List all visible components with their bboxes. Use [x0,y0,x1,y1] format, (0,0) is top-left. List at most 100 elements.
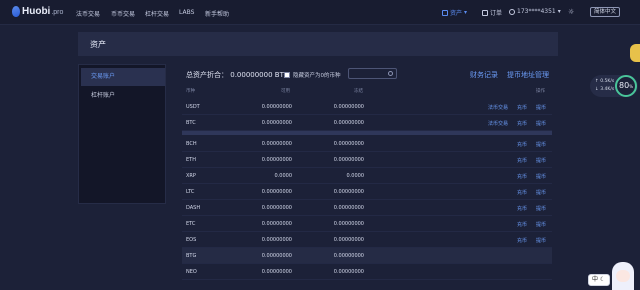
deposit-link[interactable]: 充币 [517,120,527,127]
huobi-logo[interactable]: Huobi.pro [12,6,63,17]
document-icon [482,9,488,16]
withdraw-link[interactable]: 提币 [536,157,546,164]
performance-gauge[interactable]: 80% [615,75,637,97]
withdraw-link[interactable]: 提币 [536,104,546,111]
nav-fiat-trading[interactable]: 法币交易 [76,9,100,18]
withdraw-link[interactable]: 提币 [536,120,546,127]
column-header-available: 可用 [281,89,290,94]
coin-name: XRP [186,173,196,179]
hide-zero-checkbox[interactable] [284,72,290,78]
orders-menu[interactable]: 订单 [482,8,502,17]
coin-name: ETH [186,157,196,163]
user-icon [509,8,515,15]
frozen-amount: 0.00000000 [333,157,364,163]
total-assets-label: 总资产折合： [186,71,228,79]
coin-name: EOS [186,237,197,243]
available-amount: 0.00000000 [261,205,292,211]
chevron-down-icon: ▾ [464,9,468,16]
available-amount: 0.0000 [274,173,293,179]
upload-speed: ↑ 0.5K/s [595,79,614,84]
sidebar-item-trading-account[interactable]: 交易账户 [81,68,165,86]
column-header-frozen: 冻结 [354,89,363,94]
coin-name: BTG [186,253,197,259]
table-row: BCH 0.00000000 0.00000000 充币 提币 [182,136,552,152]
finance-records-link[interactable]: 财务记录 [470,70,498,80]
coin-name: BCH [186,141,197,147]
frozen-amount: 0.00000000 [333,237,364,243]
withdraw-link[interactable]: 提币 [536,141,546,148]
available-amount: 0.00000000 [261,221,292,227]
table-row: NEO 0.00000000 0.00000000 [182,264,552,280]
sidebar-item-margin-account[interactable]: 杠杆账户 [81,87,165,105]
nav-newbie-help[interactable]: 新手帮助 [205,9,229,18]
sun-icon[interactable]: ☼ [568,8,574,16]
nav-coin-trading[interactable]: 币币交易 [111,9,135,18]
table-row: XRP 0.0000 0.0000 充币 提币 [182,168,552,184]
fiat-trade-link[interactable]: 法币交易 [488,104,508,111]
arrow-down-icon: ↓ [595,87,599,92]
nav-margin-trading[interactable]: 杠杆交易 [145,9,169,18]
available-amount: 0.00000000 [261,189,292,195]
table-row: BTG 0.00000000 0.00000000 [182,248,552,264]
frozen-amount: 0.00000000 [333,141,364,147]
deposit-link[interactable]: 充币 [517,141,527,148]
frozen-amount: 0.00000000 [333,205,364,211]
fiat-trade-link[interactable]: 法币交易 [488,120,508,127]
nav-labs[interactable]: LABS [179,9,194,16]
page-title: 资产 [90,40,106,49]
search-icon [388,71,393,76]
top-navbar: Huobi.pro 法币交易 币币交易 杠杆交易 LABS 新手帮助 资产 ▾ … [0,0,640,25]
frozen-amount: 0.00000000 [333,253,364,259]
withdraw-link[interactable]: 提币 [536,189,546,196]
asset-panel: 总资产折合： 0.00000000 BTC 隐藏资产为0的币种 财务记录 提币地… [176,64,558,290]
gauge-value: 80 [619,81,630,90]
mascot-widget[interactable]: 中 ☾ [588,262,640,290]
table-row: BTC 0.00000000 0.00000000 法币交易 充币 提币 [182,115,552,131]
input-language-switch[interactable]: 中 ☾ [588,274,610,286]
user-menu[interactable]: 173****4351 ▾ [509,8,561,15]
deposit-link[interactable]: 充币 [517,173,527,180]
table-row: ETH 0.00000000 0.00000000 充币 提币 [182,152,552,168]
available-amount: 0.00000000 [261,269,292,275]
deposit-link[interactable]: 充币 [517,104,527,111]
hide-zero-toggle[interactable]: 隐藏资产为0的币种 [284,71,341,79]
upload-speed-unit: K/s [607,79,615,84]
flame-icon [12,6,20,17]
table-row: LTC 0.00000000 0.00000000 充币 提币 [182,184,552,200]
withdraw-link[interactable]: 提币 [536,221,546,228]
available-amount: 0.00000000 [261,253,292,259]
assets-menu[interactable]: 资产 ▾ [442,8,467,17]
assets-label: 资产 [450,10,463,17]
withdraw-link[interactable]: 提币 [536,173,546,180]
available-amount: 0.00000000 [261,141,292,147]
total-assets-summary: 总资产折合： 0.00000000 BTC [186,70,288,80]
table-row: DASH 0.00000000 0.00000000 充币 提币 [182,200,552,216]
page-header: 资产 [78,32,558,56]
withdraw-address-link[interactable]: 提币地址管理 [507,70,549,80]
table-row: EOS 0.00000000 0.00000000 充币 提币 [182,232,552,248]
deposit-link[interactable]: 充币 [517,157,527,164]
download-speed-unit: K/s [607,87,615,92]
column-header-coin: 币种 [186,89,195,94]
deposit-link[interactable]: 充币 [517,221,527,228]
side-float-tab[interactable] [630,44,640,62]
withdraw-link[interactable]: 提币 [536,237,546,244]
logo-text: Huobi.pro [22,6,64,17]
frozen-amount: 0.00000000 [333,269,364,275]
account-sidebar: 交易账户 杠杆账户 [78,64,166,204]
deposit-link[interactable]: 充币 [517,237,527,244]
available-amount: 0.00000000 [261,120,292,126]
coin-name: NEO [186,269,197,275]
withdraw-link[interactable]: 提币 [536,205,546,212]
frozen-amount: 0.00000000 [333,221,364,227]
frozen-amount: 0.00000000 [333,104,364,110]
search-input[interactable] [348,68,397,79]
language-button[interactable]: 简体中文 [590,7,621,17]
moon-icon: ☾ [599,276,606,283]
user-label: 173****4351 [517,8,556,15]
total-assets-value: 0.00000000 [230,71,273,79]
mascot-face-icon [616,270,630,282]
frozen-amount: 0.0000 [346,173,365,179]
deposit-link[interactable]: 充币 [517,205,527,212]
deposit-link[interactable]: 充币 [517,189,527,196]
